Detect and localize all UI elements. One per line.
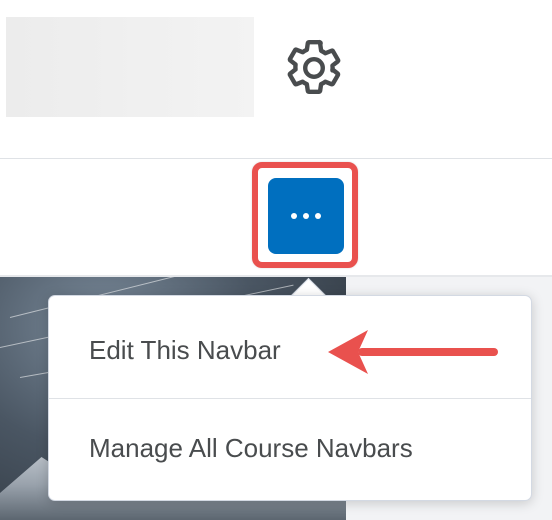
ellipsis-icon (291, 213, 297, 219)
logo-placeholder (6, 17, 254, 117)
more-options-button[interactable] (268, 178, 344, 254)
header (0, 0, 552, 158)
ellipsis-icon (315, 213, 321, 219)
menu-item-manage-all-course-navbars[interactable]: Manage All Course Navbars (49, 398, 531, 498)
annotation-arrow-icon (328, 330, 498, 374)
gear-icon-svg (287, 39, 341, 94)
page: Edit This Navbar Manage All Course Navba… (0, 0, 552, 520)
gear-icon[interactable] (280, 34, 348, 102)
ellipsis-icon (303, 213, 309, 219)
